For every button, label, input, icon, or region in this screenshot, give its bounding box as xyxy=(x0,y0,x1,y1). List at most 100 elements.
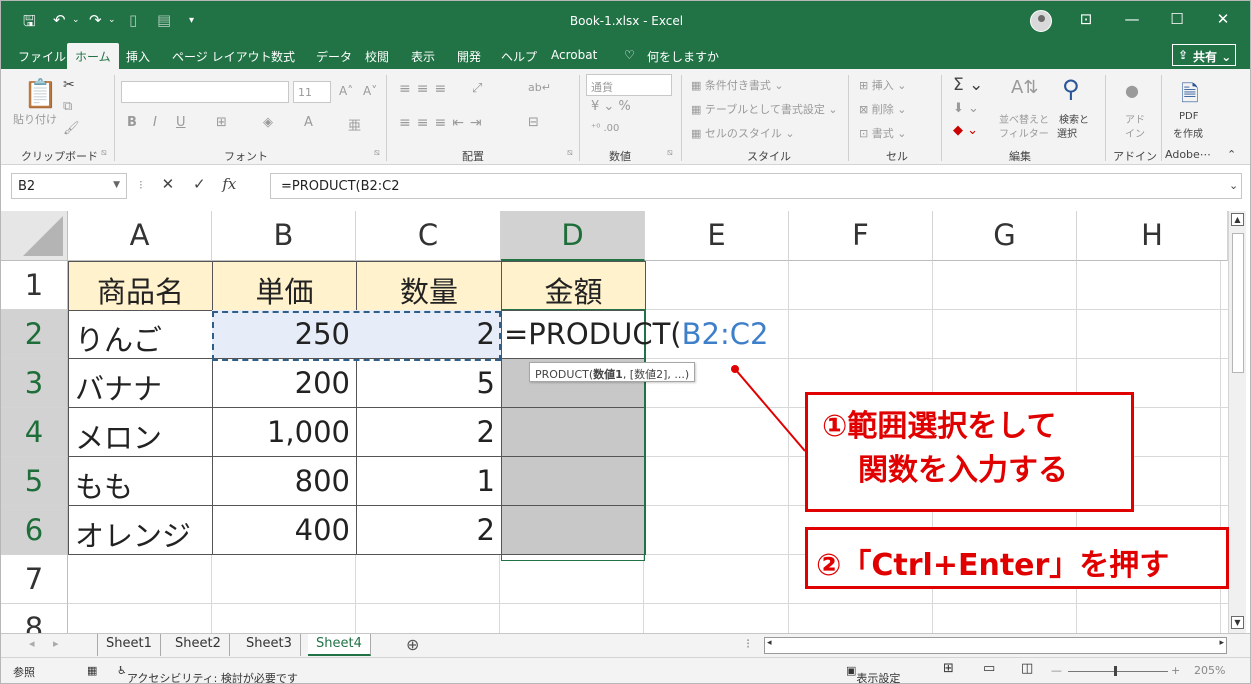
tell-me-search[interactable]: 何をしますか xyxy=(647,48,719,65)
column-header-c[interactable]: C xyxy=(356,211,501,261)
find-select-icon[interactable]: ⚲ xyxy=(1062,75,1080,103)
row-header-8[interactable]: 8 xyxy=(1,604,68,633)
grow-font-icon[interactable]: A˄ xyxy=(339,84,353,98)
phonetic-icon[interactable]: 亜 xyxy=(348,115,361,134)
next-sheet-icon[interactable]: ▸ xyxy=(53,637,59,650)
number-format-dropdown[interactable]: 通貨 xyxy=(586,74,672,96)
vertical-scroll-thumb[interactable] xyxy=(1232,233,1244,373)
create-pdf-icon[interactable]: 🗎 xyxy=(1181,77,1199,115)
cell-b5[interactable]: 800 xyxy=(212,457,357,506)
column-header-e[interactable]: E xyxy=(645,211,789,261)
empty-cells-lower[interactable] xyxy=(68,555,645,633)
row-header-3[interactable]: 3 xyxy=(1,359,68,408)
orientation-icon[interactable]: ⤢ xyxy=(472,81,482,96)
add-sheet-icon[interactable]: ⊕ xyxy=(406,635,419,654)
cell-a5[interactable]: もも xyxy=(68,457,213,506)
row-header-7[interactable]: 7 xyxy=(1,555,68,604)
cell-b1[interactable]: 単価 xyxy=(212,261,357,311)
wrap-text-icon[interactable]: ab↵ xyxy=(528,81,551,94)
copy-icon[interactable]: ⧉ xyxy=(63,99,72,114)
addins-icon[interactable]: ● xyxy=(1125,81,1139,100)
bold-button[interactable]: B xyxy=(127,115,137,130)
column-header-a[interactable]: A xyxy=(68,211,212,261)
sort-filter-label1[interactable]: 並べ替えと xyxy=(999,111,1049,126)
sheet-tab-3[interactable]: Sheet3 xyxy=(238,634,301,656)
cell-d4[interactable] xyxy=(501,408,646,457)
cell-c6[interactable]: 2 xyxy=(356,506,502,555)
create-pdf-label2[interactable]: を作成 xyxy=(1173,125,1203,140)
cell-a2[interactable]: りんご xyxy=(68,310,213,359)
row-header-5[interactable]: 5 xyxy=(1,457,68,506)
maximize-icon[interactable]: ☐ xyxy=(1162,10,1192,28)
zoom-level[interactable]: 205% xyxy=(1194,664,1225,677)
find-select-label2[interactable]: 選択 xyxy=(1057,125,1077,140)
format-cells-button[interactable]: ⊡ 書式 ⌄ xyxy=(859,125,906,141)
accounting-format-icon[interactable]: ¥ ⌄ % xyxy=(591,99,631,114)
horizontal-align-icons[interactable]: ≡≡≡⇤⇥ xyxy=(399,115,488,131)
paste-label[interactable]: 貼り付け xyxy=(13,111,57,127)
tab-acrobat[interactable]: Acrobat xyxy=(551,48,597,62)
alignment-launcher-icon[interactable]: ⧅ xyxy=(567,148,573,158)
zoom-in-icon[interactable]: + xyxy=(1171,664,1180,677)
tooltip-arg1[interactable]: 数値1 xyxy=(593,368,623,381)
cell-a1[interactable]: 商品名 xyxy=(68,261,213,311)
enter-formula-icon[interactable]: ✓ xyxy=(193,175,206,193)
clear-icon[interactable]: ◆ ⌄ xyxy=(953,123,978,138)
cancel-formula-icon[interactable]: ✕ xyxy=(162,175,175,193)
number-launcher-icon[interactable]: ⧅ xyxy=(667,148,673,158)
font-name-dropdown[interactable] xyxy=(121,81,289,103)
cell-a6[interactable]: オレンジ xyxy=(68,506,213,555)
ribbon-display-icon[interactable]: ⊡ xyxy=(1071,10,1101,28)
cell-b3[interactable]: 200 xyxy=(212,359,357,408)
column-header-g[interactable]: G xyxy=(933,211,1077,261)
decimal-icons[interactable]: ⁺⁰ .00 xyxy=(591,123,619,134)
cell-edit-text[interactable]: =PRODUCT(B2:C2 xyxy=(504,317,768,351)
create-pdf-label1[interactable]: PDF xyxy=(1179,111,1198,122)
cell-c3[interactable]: 5 xyxy=(356,359,502,408)
vertical-scrollbar[interactable]: ▲ ▼ xyxy=(1228,211,1246,633)
vertical-align-icons[interactable]: ≡≡≡ xyxy=(399,81,452,97)
paste-icon[interactable]: 📋 xyxy=(23,77,58,110)
italic-button[interactable]: I xyxy=(153,115,157,130)
row-header-2[interactable]: 2 xyxy=(1,310,68,359)
cell-b2[interactable]: 250 xyxy=(212,310,357,359)
merge-center-icon[interactable]: ⊟ xyxy=(528,115,539,130)
horizontal-scrollbar[interactable]: ◂ ▸ xyxy=(764,637,1227,654)
font-size-dropdown[interactable]: 11 xyxy=(293,81,331,103)
column-header-b[interactable]: B xyxy=(212,211,356,261)
sheet-tab-4[interactable]: Sheet4 xyxy=(308,634,371,656)
cell-b6[interactable]: 400 xyxy=(212,506,357,555)
tab-developer[interactable]: 開発 xyxy=(457,48,481,65)
autosum-icon[interactable]: Σ ⌄ xyxy=(953,75,983,95)
tab-review[interactable]: 校閲 xyxy=(365,48,389,65)
zoom-slider-thumb[interactable] xyxy=(1114,666,1117,676)
conditional-formatting-button[interactable]: ▦ 条件付き書式 ⌄ xyxy=(691,77,784,93)
column-header-d[interactable]: D xyxy=(501,211,645,261)
share-button[interactable]: ⇪ 共有 ⌄ xyxy=(1172,44,1236,66)
cell-styles-button[interactable]: ▦ セルのスタイル ⌄ xyxy=(691,125,795,141)
font-color-icon[interactable]: A xyxy=(304,115,313,130)
scroll-up-icon[interactable]: ▲ xyxy=(1231,213,1244,226)
account-avatar[interactable] xyxy=(1030,10,1052,32)
tab-insert[interactable]: 挿入 xyxy=(126,48,150,65)
splitter-icon[interactable]: ⁝ xyxy=(746,637,750,652)
cell-c2[interactable]: 2 xyxy=(356,310,502,359)
scroll-down-icon[interactable]: ▼ xyxy=(1231,616,1244,629)
clipboard-launcher-icon[interactable]: ⧅ xyxy=(101,148,107,158)
tab-help[interactable]: ヘルプ xyxy=(501,48,537,65)
page-layout-view-icon[interactable]: ▭ xyxy=(983,661,995,676)
close-icon[interactable]: ✕ xyxy=(1208,10,1238,28)
cell-c5[interactable]: 1 xyxy=(356,457,502,506)
name-box[interactable]: B2 ▼ xyxy=(11,173,127,199)
tab-formulas[interactable]: 数式 xyxy=(271,48,295,65)
insert-function-icon[interactable]: fx xyxy=(222,175,236,193)
addins-label1[interactable]: アド xyxy=(1125,111,1145,126)
prev-sheet-icon[interactable]: ◂ xyxy=(29,637,35,650)
shrink-font-icon[interactable]: A˅ xyxy=(363,84,377,98)
fill-color-icon[interactable]: ◈ xyxy=(263,115,273,130)
cell-b4[interactable]: 1,000 xyxy=(212,408,357,457)
sheet-tab-1[interactable]: Sheet1 xyxy=(97,634,161,656)
sort-filter-icon[interactable]: A⇅ xyxy=(1011,77,1038,98)
cell-d6[interactable] xyxy=(501,506,646,555)
underline-button[interactable]: U xyxy=(176,115,186,130)
